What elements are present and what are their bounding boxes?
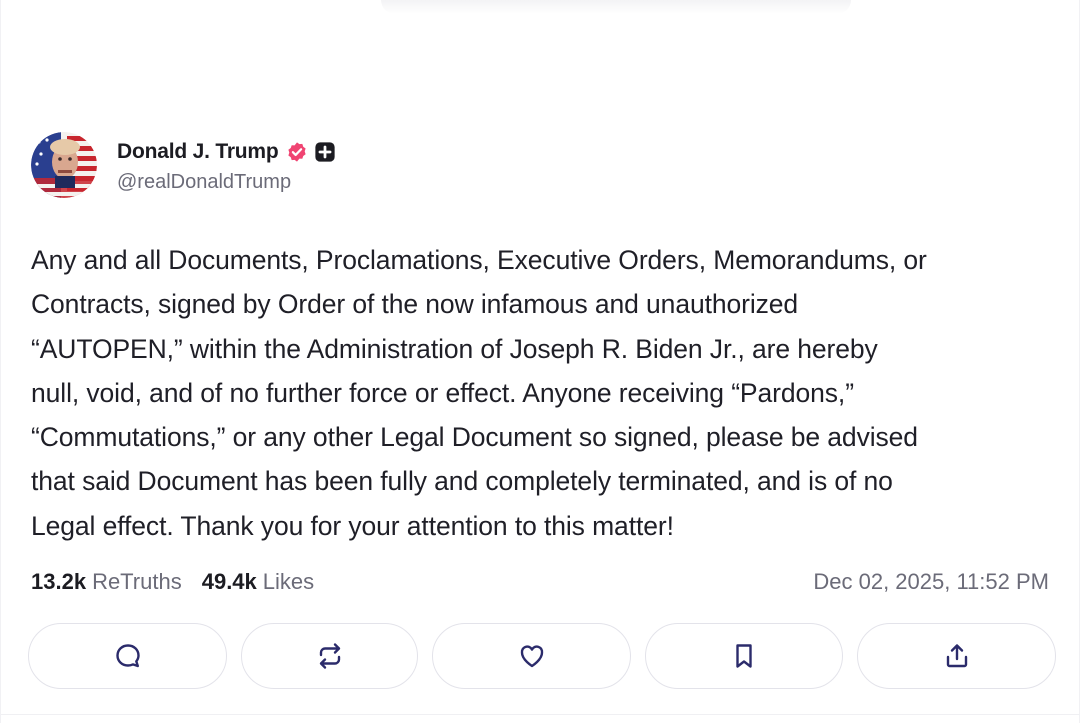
action-bar	[28, 623, 1056, 691]
bookmark-button[interactable]	[645, 623, 843, 689]
share-icon	[946, 644, 967, 668]
avatar[interactable]	[31, 132, 97, 198]
retruths-label: ReTruths	[92, 569, 182, 594]
bookmark-icon	[736, 644, 752, 668]
reply-button[interactable]	[28, 623, 227, 689]
post-timestamp: Dec 02, 2025, 11:52 PM	[813, 569, 1049, 594]
post-header: Donald J. Trump @realDonaldTrump	[31, 131, 336, 199]
display-name[interactable]: Donald J. Trump	[117, 140, 279, 164]
author-names: Donald J. Trump @realDonaldTrump	[117, 137, 336, 194]
post-text: Any and all Documents, Proclamations, Ex…	[31, 245, 927, 541]
share-button[interactable]	[857, 623, 1056, 689]
reply-icon	[115, 644, 140, 668]
top-fade	[381, 0, 851, 14]
retruths-stat[interactable]: 13.2k ReTruths	[31, 569, 182, 595]
name-row: Donald J. Trump	[117, 137, 336, 167]
likes-label: Likes	[262, 569, 315, 594]
post-card: Donald J. Trump @realDonaldTrump Any and…	[0, 0, 1080, 723]
avatar-image	[31, 132, 97, 198]
likes-stat[interactable]: 49.4k Likes	[202, 569, 314, 595]
likes-count: 49.4k	[201, 569, 257, 594]
verified-badge-icon	[287, 141, 306, 162]
bottom-divider	[1, 714, 1080, 715]
author-handle[interactable]: @realDonaldTrump	[117, 171, 336, 194]
retruths-count: 13.2k	[31, 569, 87, 594]
heart-icon	[520, 645, 543, 668]
retruth-button[interactable]	[241, 623, 418, 689]
like-button[interactable]	[432, 623, 631, 689]
post-stats: 13.2k ReTruths 49.4k Likes	[31, 566, 314, 598]
plus-badge-icon	[314, 141, 335, 162]
retruth-icon	[319, 643, 340, 669]
